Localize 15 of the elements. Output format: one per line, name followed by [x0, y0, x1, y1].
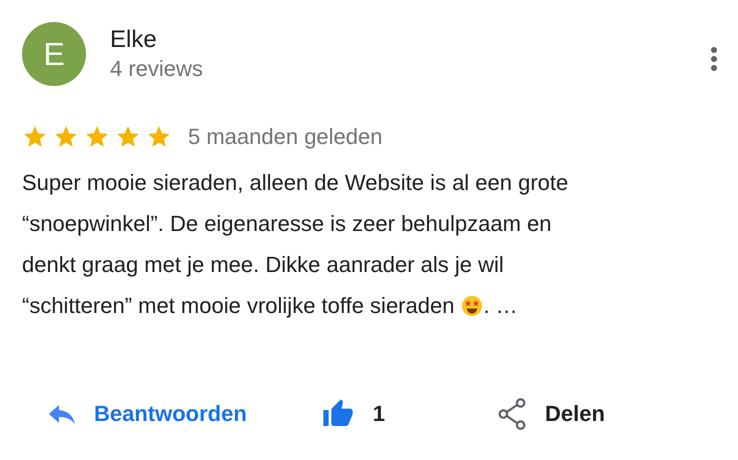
reply-button[interactable]: Beantwoorden [48, 401, 247, 427]
review-text: Super mooie sieraden, alleen de Website is al een grote [22, 169, 568, 197]
like-button[interactable]: 1 [320, 398, 386, 430]
reply-icon [48, 403, 76, 425]
emoji-icon [461, 294, 484, 316]
ellipsis-text: . … [483, 292, 518, 320]
share-icon [497, 398, 528, 430]
review-date: 5 maanden geleden [188, 124, 382, 150]
review-text: denkt graag met je mee. Dikke aanrader als je wil [22, 251, 504, 279]
review-count: 4 reviews [110, 56, 204, 82]
reviewer-name: Elke [110, 26, 158, 54]
review-text: “snoepwinkel”. De eigenaresse is zeer behulpzaam en [22, 210, 552, 238]
avatar: E [22, 22, 86, 86]
review-text: “schitteren” met mooie vrolijke toffe sieraden [22, 292, 454, 320]
share-button[interactable]: Delen [497, 398, 605, 430]
